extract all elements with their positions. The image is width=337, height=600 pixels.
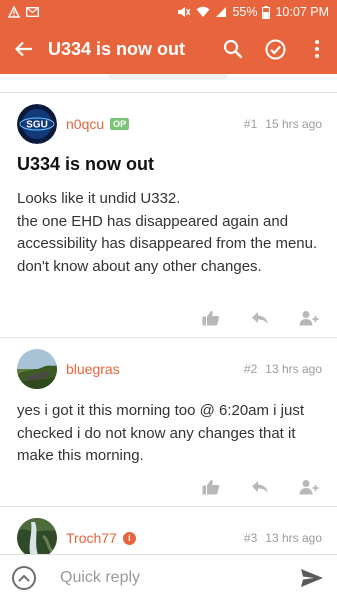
quick-reply-input[interactable] [60, 568, 280, 587]
follow-user-icon[interactable] [298, 308, 320, 328]
email-icon [26, 7, 39, 17]
thread-content[interactable]: SGU n0qcu OP #1 15 hrs ago U334 is now o… [0, 74, 337, 554]
alert-icon [8, 6, 20, 18]
like-icon[interactable] [200, 477, 222, 497]
moderator-badge-icon: i [122, 531, 136, 545]
app-bar: U334 is now out [0, 24, 337, 74]
avatar[interactable]: SGU [17, 104, 57, 144]
divider [0, 92, 337, 93]
post-body: Looks like it undid U332. the one EHD ha… [17, 188, 322, 278]
reply-icon[interactable] [249, 477, 271, 497]
reply-icon[interactable] [249, 308, 271, 328]
mute-icon [177, 6, 192, 18]
op-badge: OP [110, 118, 130, 130]
post-paragraph: the one EHD has disappeared again and ac… [17, 212, 318, 253]
search-icon[interactable] [221, 37, 245, 61]
post-header: SGU n0qcu OP #1 15 hrs ago [17, 104, 322, 144]
post-header: Troch77 i #3 13 hrs ago [17, 518, 322, 554]
clock: 10:07 PM [275, 5, 329, 19]
follow-user-icon[interactable] [298, 477, 320, 497]
post-number: #1 [243, 117, 258, 131]
post-paragraph: don't know about any other changes. [17, 257, 262, 275]
back-arrow-icon[interactable] [12, 37, 36, 61]
chevron-up-icon [18, 574, 30, 582]
post-number: #3 [243, 531, 258, 545]
post-paragraph: Looks like it undid U332. [17, 190, 181, 207]
avatar[interactable] [17, 349, 57, 389]
battery-level: 55% [232, 5, 258, 19]
quick-reply-bar [0, 554, 337, 600]
signal-icon [215, 6, 227, 18]
post-actions [200, 308, 320, 328]
like-icon[interactable] [200, 308, 222, 328]
post-title: U334 is now out [17, 154, 155, 174]
avatar[interactable] [17, 518, 57, 554]
send-icon[interactable] [299, 566, 325, 590]
more-vert-icon[interactable] [305, 37, 329, 61]
post-time: 13 hrs ago [265, 531, 322, 545]
post-number: #2 [243, 362, 258, 376]
post-paragraph: yes i got it this morning too @ 6:20am i… [17, 402, 305, 464]
avatar-logo-text: SGU [26, 120, 48, 131]
battery-icon [262, 5, 271, 19]
author-name[interactable]: n0qcu [66, 116, 104, 132]
post-meta: #3 13 hrs ago [244, 531, 322, 545]
check-circle-icon[interactable] [263, 37, 287, 61]
expand-editor-button[interactable] [12, 565, 36, 590]
post-actions [200, 477, 320, 497]
post-meta: #2 13 hrs ago [244, 362, 322, 376]
page-title: U334 is now out [48, 38, 186, 59]
author-name[interactable]: Troch77 [66, 530, 117, 546]
post-body: yes i got it this morning too @ 6:20am i… [17, 400, 322, 468]
pull-to-refresh-handle [108, 74, 228, 80]
status-bar: 55% 10:07 PM [0, 0, 337, 24]
divider [0, 337, 337, 338]
post-time: 15 hrs ago [265, 117, 322, 131]
post-meta: #1 15 hrs ago [244, 117, 322, 131]
divider [0, 506, 337, 507]
author-name[interactable]: bluegras [66, 361, 120, 377]
post-header: bluegras #2 13 hrs ago [17, 349, 322, 389]
wifi-icon [196, 6, 210, 18]
post-time: 13 hrs ago [265, 362, 322, 376]
